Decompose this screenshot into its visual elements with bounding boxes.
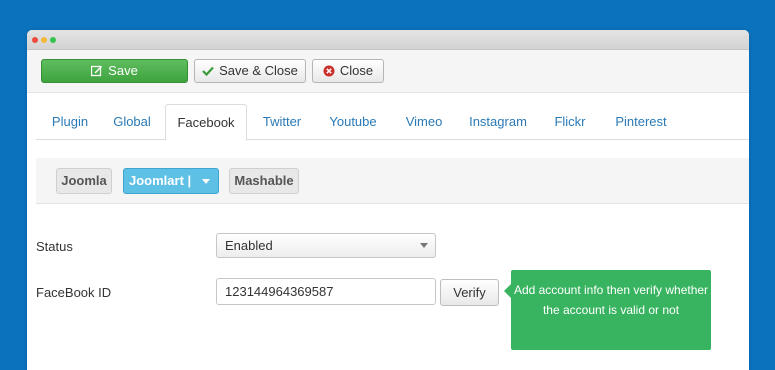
tab-global[interactable]: Global	[107, 104, 157, 140]
window-close-dot[interactable]	[32, 37, 38, 43]
tab-pinterest[interactable]: Pinterest	[609, 104, 673, 140]
tab-twitter[interactable]: Twitter	[256, 104, 308, 140]
window-minimize-dot[interactable]	[41, 37, 47, 43]
window-maximize-dot[interactable]	[50, 37, 56, 43]
account-dropdown-toggle[interactable]	[194, 169, 218, 193]
tab-vimeo[interactable]: Vimeo	[401, 104, 447, 140]
toolbar: Save Save & Close Close	[27, 50, 749, 93]
account-joomlart-label: Joomlart |	[129, 173, 192, 188]
tab-plugin[interactable]: Plugin	[38, 104, 102, 140]
verify-button[interactable]: Verify	[440, 279, 499, 306]
chevron-down-icon	[420, 243, 428, 248]
close-circle-icon	[323, 65, 335, 77]
status-select-value: Enabled	[225, 238, 273, 253]
close-label: Close	[339, 63, 374, 78]
status-label: Status	[36, 239, 73, 254]
caret-down-icon	[202, 178, 210, 184]
account-mashable-button[interactable]: Mashable	[229, 168, 299, 194]
account-joomla-button[interactable]: Joomla	[56, 168, 112, 194]
tab-youtube[interactable]: Youtube	[323, 104, 383, 140]
status-select[interactable]: Enabled	[216, 233, 436, 258]
account-bar: Joomla Joomlart | Mashable	[36, 158, 749, 204]
save-and-close-label: Save & Close	[219, 63, 298, 78]
edit-icon	[91, 65, 103, 77]
facebook-id-input[interactable]: 123144964369587	[216, 278, 436, 305]
tab-instagram[interactable]: Instagram	[464, 104, 532, 140]
account-joomlart-button[interactable]: Joomlart |	[123, 168, 219, 194]
close-button[interactable]: Close	[312, 59, 384, 83]
tab-bar: Plugin Global Facebook Twitter Youtube V…	[36, 104, 749, 141]
save-button[interactable]: Save	[41, 59, 188, 83]
app-window: Save Save & Close Close Plugin Global Fa…	[27, 30, 749, 370]
tab-flickr[interactable]: Flickr	[549, 104, 591, 140]
save-label: Save	[108, 63, 138, 78]
check-icon	[202, 65, 214, 77]
save-and-close-button[interactable]: Save & Close	[194, 59, 306, 83]
facebook-id-label: FaceBook ID	[36, 285, 112, 300]
tab-facebook[interactable]: Facebook	[165, 104, 247, 141]
help-tooltip: Add account info then verify whether the…	[504, 270, 711, 350]
title-bar	[27, 30, 749, 50]
